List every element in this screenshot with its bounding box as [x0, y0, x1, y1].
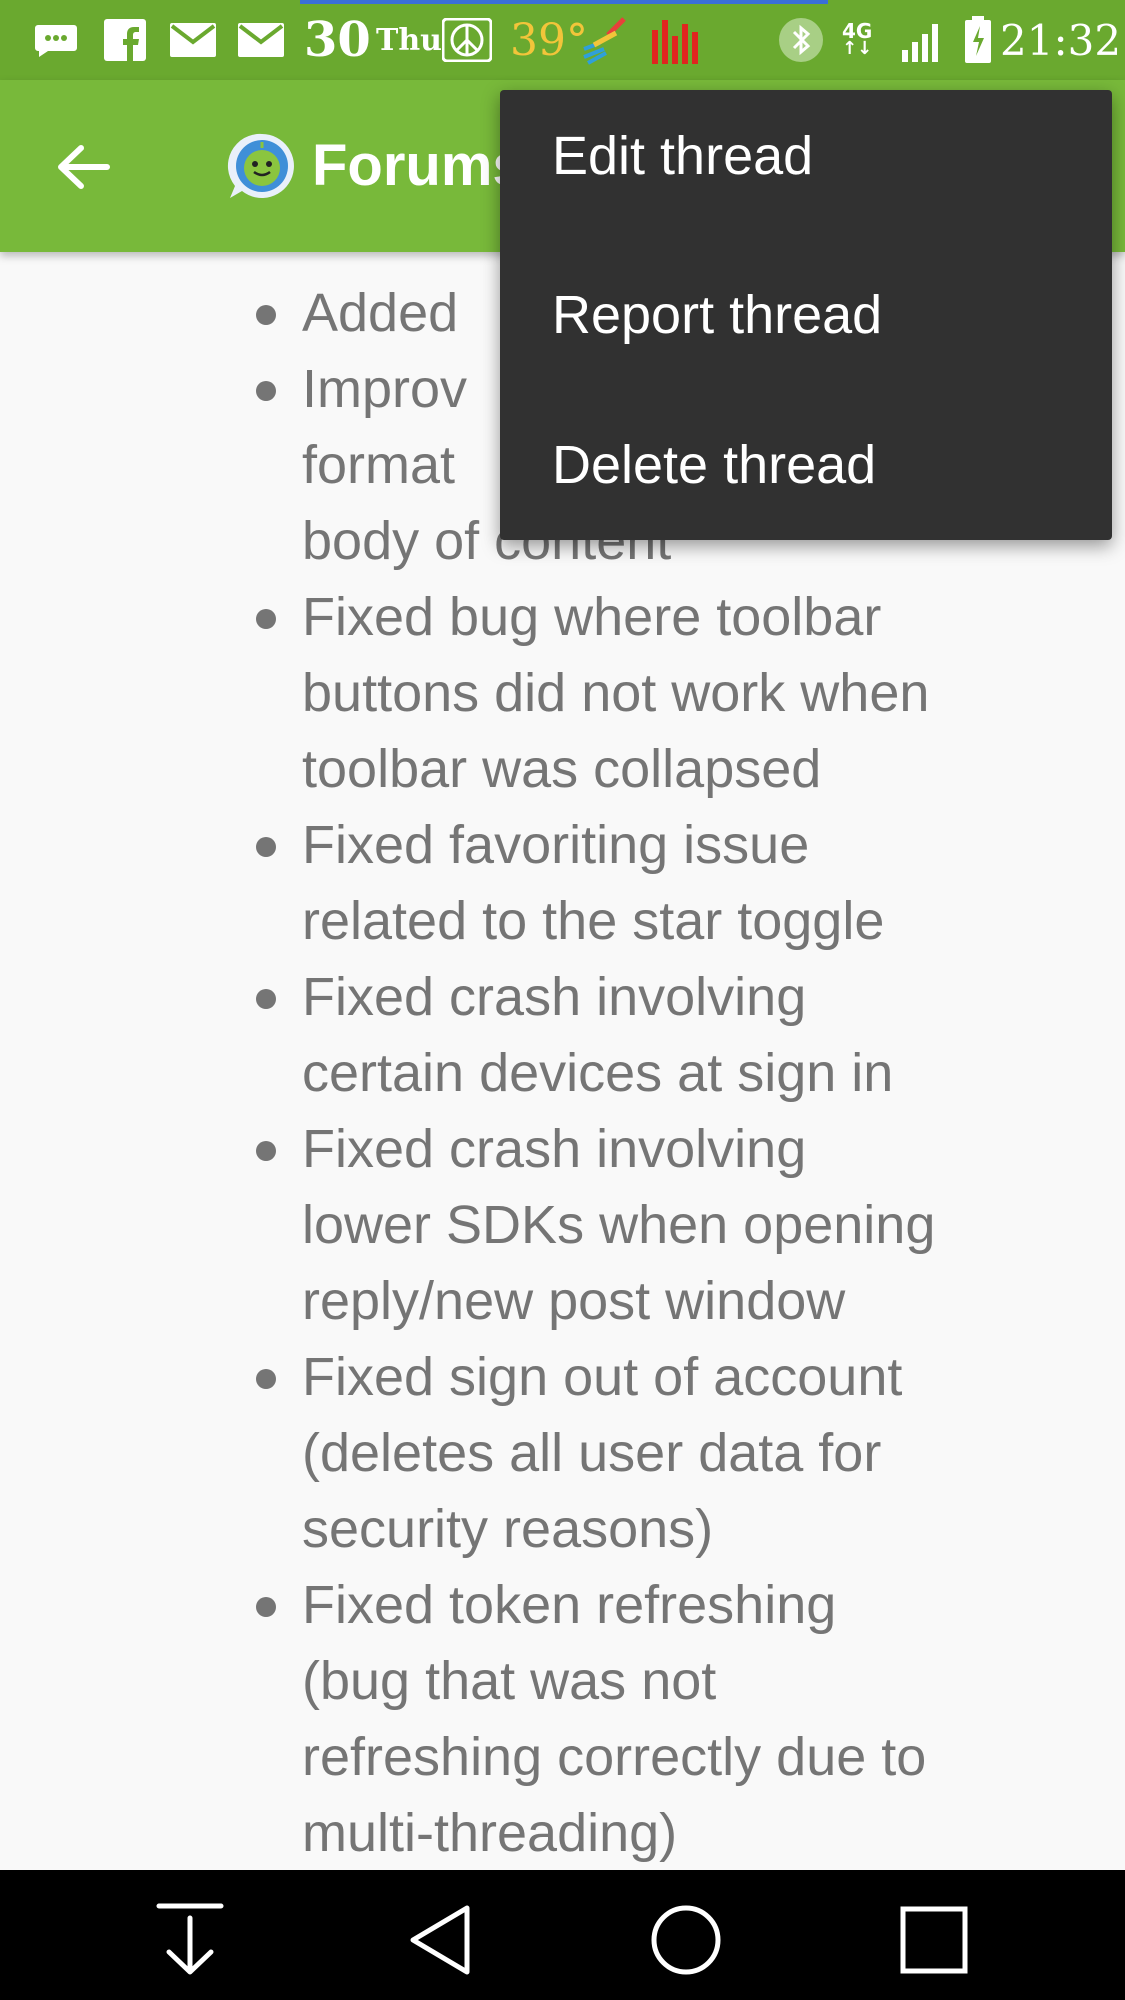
peace-icon	[442, 12, 492, 68]
back-nav-button[interactable]	[390, 1890, 490, 1990]
message-icon	[34, 12, 78, 68]
bullet-icon	[256, 1141, 276, 1161]
bullet-icon	[256, 381, 276, 401]
bullet-icon	[256, 609, 276, 629]
recents-nav-button[interactable]	[884, 1890, 984, 1990]
page-title: Forums	[312, 133, 525, 198]
app-logo-icon	[226, 130, 298, 202]
clock: 21:32	[1000, 15, 1122, 65]
equalizer-icon	[650, 12, 702, 68]
menu-item-report-thread[interactable]: Report thread	[500, 240, 1112, 390]
list-item: Fixed crash involving lower SDKs when op…	[0, 1111, 1125, 1339]
battery-icon	[964, 12, 992, 68]
bluetooth-icon	[778, 12, 824, 68]
list-item: Fixed crash involving certain devices at…	[0, 959, 1125, 1111]
circle-home-icon	[651, 1905, 721, 1975]
triangle-back-icon	[410, 1905, 470, 1975]
signal-icon	[900, 12, 946, 68]
rocket-icon	[580, 12, 630, 68]
list-item: Fixed favoriting issue related to the st…	[0, 807, 1125, 959]
weather-temperature: 39°	[510, 14, 588, 66]
bullet-icon	[256, 305, 276, 325]
overflow-menu: Edit thread Report thread Delete thread	[500, 90, 1112, 540]
facebook-icon	[104, 12, 146, 68]
arrow-left-icon	[58, 145, 110, 189]
calendar-day: Thu	[376, 22, 442, 58]
status-bar: 30 Thu 39° 4G ↑↓ 21:32	[0, 0, 1125, 80]
calendar-date: 30	[304, 12, 371, 68]
navigation-bar	[0, 1870, 1125, 2000]
menu-item-edit-thread[interactable]: Edit thread	[500, 108, 1112, 240]
notification-pull-button[interactable]	[140, 1890, 240, 1990]
menu-item-delete-thread[interactable]: Delete thread	[500, 390, 1112, 540]
home-nav-button[interactable]	[636, 1890, 736, 1990]
square-recents-icon	[900, 1906, 968, 1974]
list-item: Fixed token refreshing (bug that was not…	[0, 1567, 1125, 1870]
bullet-icon	[256, 1369, 276, 1389]
bullet-icon	[256, 1597, 276, 1617]
mail-icon	[238, 12, 284, 68]
list-item: Fixed sign out of account (deletes all u…	[0, 1339, 1125, 1567]
loading-indicator	[300, 0, 828, 4]
arrow-down-to-line-icon	[156, 1903, 224, 1975]
bullet-icon	[256, 837, 276, 857]
list-item: Fixed bug where toolbar buttons did not …	[0, 579, 1125, 807]
back-button[interactable]	[40, 124, 126, 210]
bullet-icon	[256, 989, 276, 1009]
network-type: 4G ↑↓	[842, 19, 873, 59]
mail-icon	[170, 12, 216, 68]
